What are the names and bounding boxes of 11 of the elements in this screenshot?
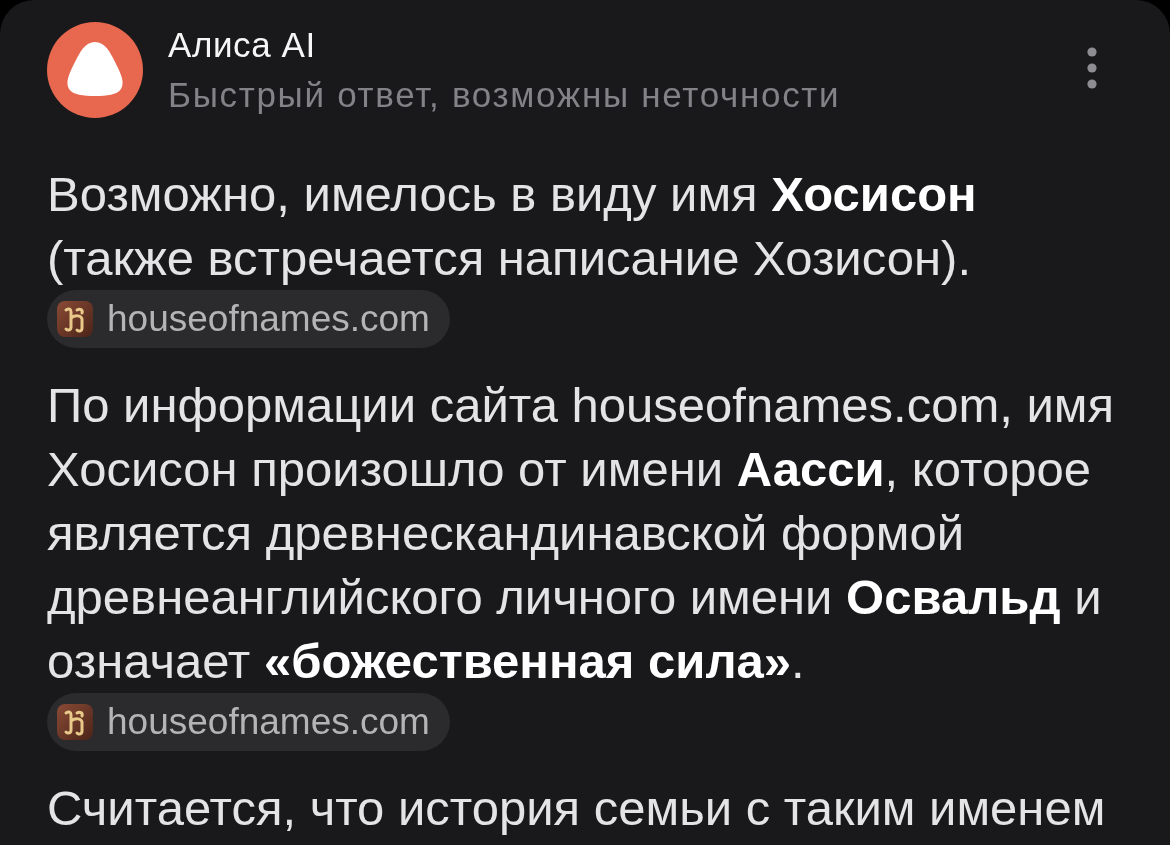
assistant-name: Алиса AI	[168, 25, 317, 65]
assistant-logo-icon	[47, 22, 143, 118]
site-logo-icon	[57, 704, 93, 740]
answer-paragraph: Считается, что история семьи с таким именем	[47, 780, 1107, 837]
answer-paragraph: Возможно, имелось в виду имя Хосисон (также встречается написание Хозисон).	[47, 166, 978, 287]
source-link[interactable]: houseofnames.com	[47, 693, 450, 751]
source-link[interactable]: houseofnames.com	[47, 290, 450, 348]
answer-paragraph: По информации сайта houseofnames.com, имя Хосисон произошло от имени Аасси, которое является древнескандинавской формой древнеанглийского личного имени Освальд и означает «божественная сила».	[47, 377, 1116, 690]
more-icon	[1087, 47, 1097, 89]
answer-disclaimer: Быстрый ответ, возможны неточности	[168, 75, 842, 115]
site-logo-icon	[57, 301, 93, 337]
